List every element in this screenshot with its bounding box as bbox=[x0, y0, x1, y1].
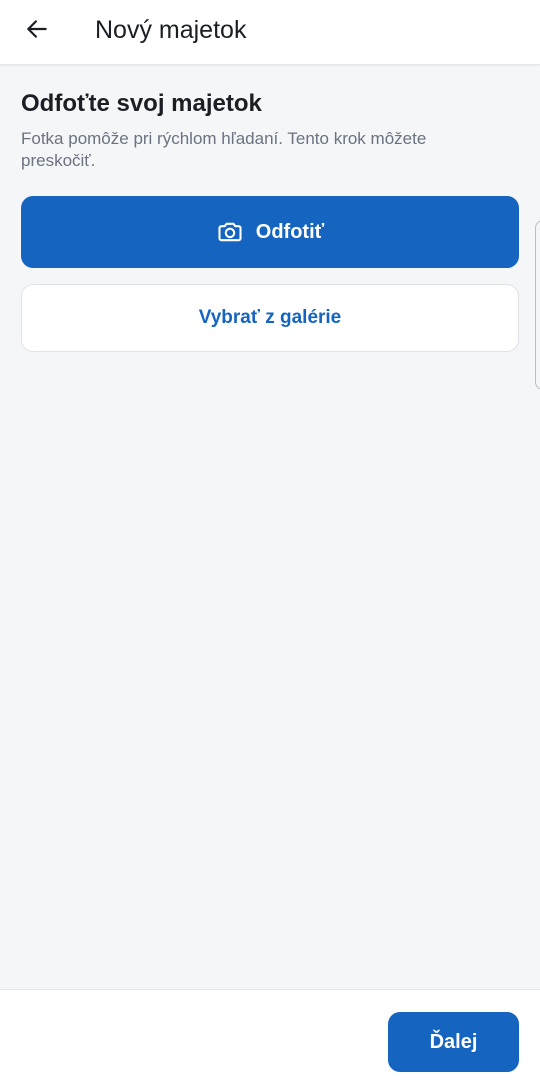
section-description: Fotka pomôže pri rýchlom hľadaní. Tento … bbox=[21, 129, 427, 170]
next-label: Ďalej bbox=[429, 1030, 478, 1053]
back-button[interactable] bbox=[14, 8, 60, 54]
photo-step-section: Odfoťte svoj majetok Fotka pomôže pri rý… bbox=[21, 88, 519, 172]
arrow-left-icon bbox=[24, 16, 50, 47]
page-title: Nový majetok bbox=[95, 16, 247, 44]
bottom-action-bar: Ďalej bbox=[0, 989, 540, 1089]
next-button[interactable]: Ďalej bbox=[388, 1012, 519, 1072]
gallery-label: Vybrať z galérie bbox=[198, 307, 342, 328]
take-photo-button[interactable]: Odfotiť bbox=[21, 196, 519, 268]
app-screen: Nový majetok Odfoťte svoj majetok Fotka … bbox=[0, 0, 540, 1089]
section-heading: Odfoťte svoj majetok bbox=[21, 90, 262, 117]
choose-from-gallery-button[interactable]: Vybrať z galérie bbox=[21, 284, 519, 352]
take-photo-label: Odfotiť bbox=[255, 220, 325, 243]
edge-panel-handle[interactable] bbox=[535, 220, 540, 390]
top-app-bar: Nový majetok bbox=[0, 0, 540, 65]
camera-icon bbox=[216, 218, 244, 246]
